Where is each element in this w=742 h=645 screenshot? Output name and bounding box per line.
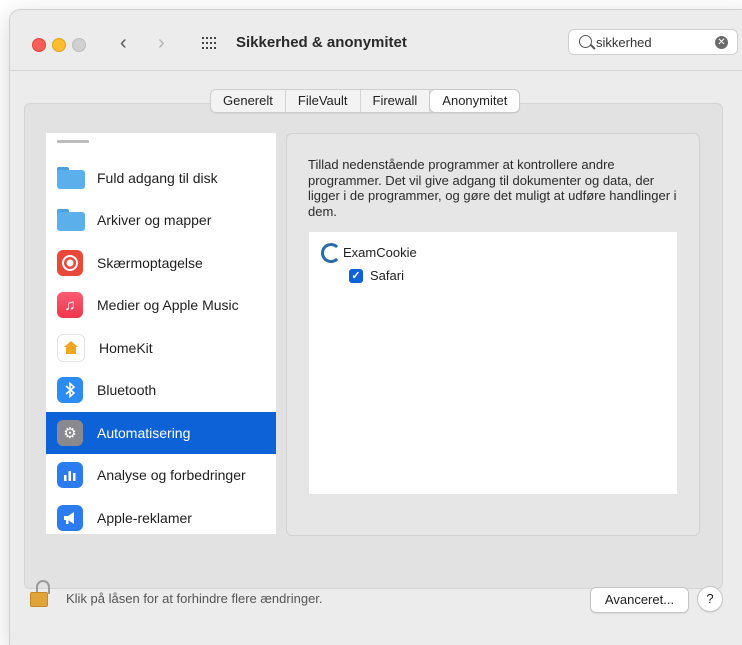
search-input[interactable]: sikkerhed	[596, 35, 652, 50]
search-field[interactable]: sikkerhed ✕	[568, 29, 738, 55]
app-name: ExamCookie	[343, 244, 417, 260]
app-row-examcookie[interactable]: ExamCookie	[321, 243, 417, 263]
examcookie-icon	[321, 243, 341, 263]
sidebar-item-label: Apple-reklamer	[97, 510, 192, 526]
screen-recording-icon	[57, 250, 83, 276]
lock-status-text: Klik på låsen for at forhindre flere ænd…	[66, 591, 323, 606]
help-button[interactable]: ?	[697, 586, 723, 612]
back-button[interactable]: ‹	[120, 32, 127, 54]
forward-button[interactable]: ›	[158, 32, 165, 54]
permission-label: Safari	[370, 268, 404, 283]
privacy-category-list[interactable]: Fuld adgang til disk Arkiver og mapper S…	[46, 133, 276, 534]
tab-anonymitet[interactable]: Anonymitet	[430, 90, 520, 112]
lock-icon[interactable]	[30, 580, 50, 607]
safari-checkbox[interactable]: ✓	[349, 268, 363, 283]
clear-search-icon[interactable]: ✕	[715, 36, 728, 49]
sidebar-item-label: Skærmoptagelse	[97, 255, 203, 271]
sidebar-item-analytics[interactable]: Analyse og forbedringer	[46, 454, 276, 496]
sidebar-item-files-and-folders[interactable]: Arkiver og mapper	[46, 199, 276, 241]
sidebar-item-full-disk-access[interactable]: Fuld adgang til disk	[46, 157, 276, 199]
analytics-icon	[57, 462, 83, 488]
sidebar-item-label: HomeKit	[99, 340, 153, 356]
megaphone-icon	[57, 505, 83, 531]
home-icon	[57, 334, 85, 362]
folder-icon	[57, 207, 85, 233]
sidebar-item-label: Arkiver og mapper	[97, 212, 212, 228]
advanced-button[interactable]: Avanceret...	[590, 587, 689, 613]
folder-icon	[57, 165, 85, 191]
sidebar-item-label: Analyse og forbedringer	[97, 467, 246, 483]
show-all-grid-icon[interactable]	[202, 37, 218, 49]
search-icon	[579, 35, 592, 48]
scrolled-item-edge	[57, 140, 89, 143]
sidebar-item-apple-advertising[interactable]: Apple-reklamer	[46, 497, 276, 534]
close-window-button[interactable]	[32, 38, 46, 52]
tab-firewall[interactable]: Firewall	[361, 90, 431, 112]
automation-description: Tillad nedenstående programmer at kontro…	[308, 157, 677, 219]
sidebar-item-label: Medier og Apple Music	[97, 297, 239, 313]
permission-row-safari[interactable]: ✓ Safari	[349, 268, 404, 283]
window-title: Sikkerhed & anonymitet	[236, 34, 407, 51]
title-bar: ‹ › Sikkerhed & anonymitet sikkerhed ✕	[10, 10, 742, 71]
automation-app-list[interactable]: ExamCookie ✓ Safari	[309, 232, 677, 494]
sidebar-item-homekit[interactable]: HomeKit	[46, 327, 276, 369]
zoom-window-button[interactable]	[72, 38, 86, 52]
tab-generelt[interactable]: Generelt	[211, 90, 286, 112]
sidebar-item-label: Bluetooth	[97, 382, 157, 398]
sidebar-item-label: Fuld adgang til disk	[97, 170, 218, 186]
sidebar-item-bluetooth[interactable]: Bluetooth	[46, 369, 276, 411]
sidebar-item-media-apple-music[interactable]: ♫ Medier og Apple Music	[46, 284, 276, 326]
sidebar-item-label: Automatisering	[97, 425, 191, 441]
tab-filevault[interactable]: FileVault	[286, 90, 361, 112]
sidebar-item-screen-recording[interactable]: Skærmoptagelse	[46, 242, 276, 284]
bluetooth-icon	[57, 377, 83, 403]
tab-bar: Generelt FileVault Firewall Anonymitet	[210, 89, 521, 113]
minimize-window-button[interactable]	[52, 38, 66, 52]
sidebar-item-automation[interactable]: ⚙ Automatisering	[46, 412, 276, 454]
gear-icon: ⚙	[57, 420, 83, 446]
music-note-icon: ♫	[57, 292, 83, 318]
